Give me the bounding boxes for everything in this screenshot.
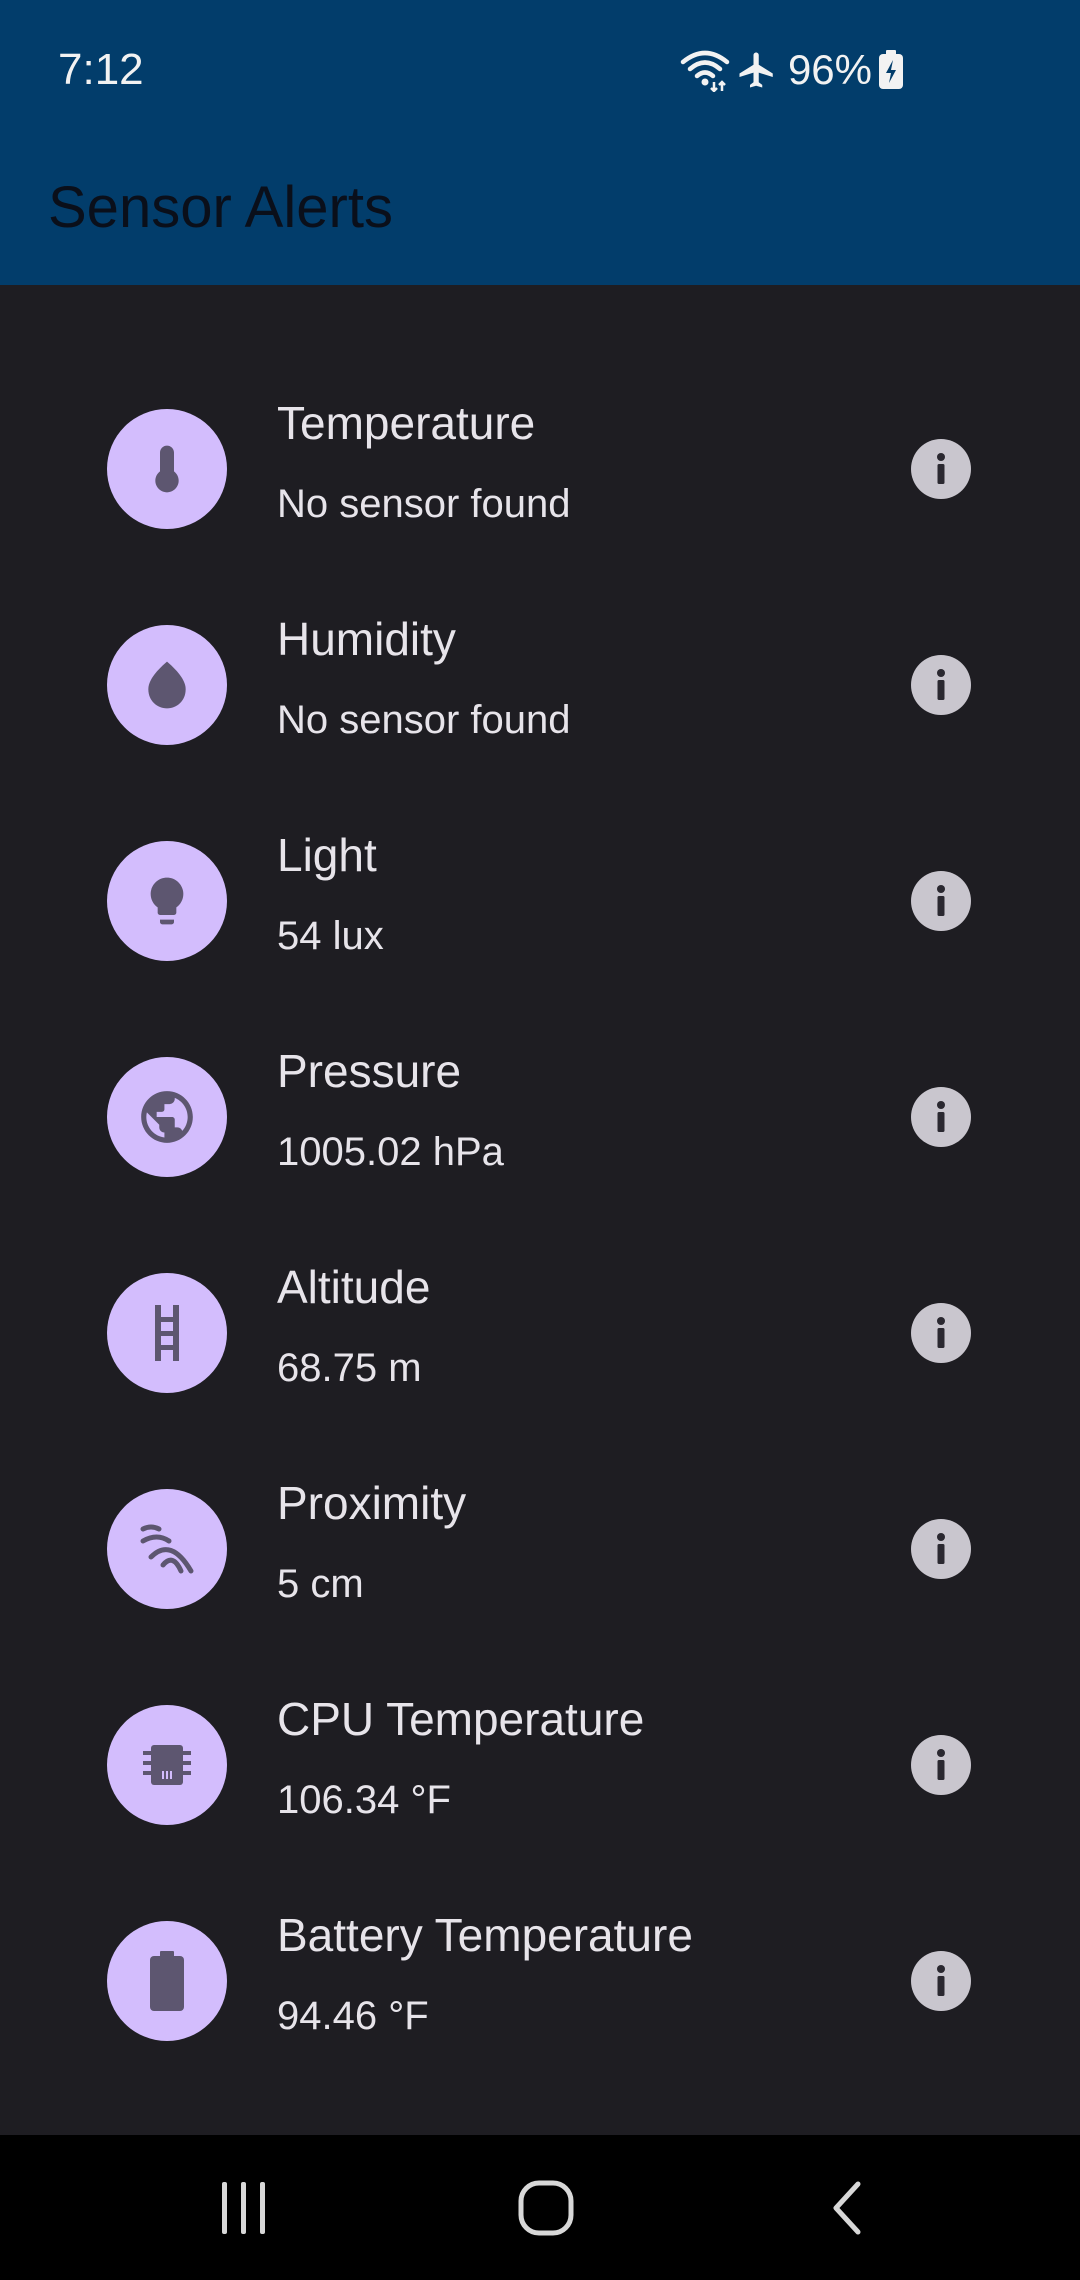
sensor-row-humidity[interactable]: Humidity No sensor found bbox=[0, 561, 1080, 777]
proximity-waves-icon bbox=[107, 1489, 227, 1609]
sensor-value: 94.46 °F bbox=[277, 1994, 429, 2038]
sensor-title: CPU Temperature bbox=[277, 1693, 645, 1745]
battery-icon bbox=[107, 1921, 227, 2041]
sensor-row-battery-temperature[interactable]: Battery Temperature 94.46 °F bbox=[0, 1857, 1080, 2073]
battery-charging-icon bbox=[878, 50, 904, 90]
info-icon bbox=[937, 1749, 945, 1780]
status-icons: 96% bbox=[680, 42, 904, 98]
sensor-row-proximity[interactable]: Proximity 5 cm bbox=[0, 1425, 1080, 1641]
info-button[interactable] bbox=[911, 439, 971, 499]
sensor-value: 1005.02 hPa bbox=[277, 1130, 504, 1174]
page-title: Sensor Alerts bbox=[48, 175, 393, 240]
info-icon bbox=[937, 1101, 945, 1132]
airplane-mode-icon bbox=[736, 48, 778, 92]
sensor-value: No sensor found bbox=[277, 698, 571, 742]
sensor-title: Humidity bbox=[277, 613, 456, 665]
app-bar: Sensor Alerts bbox=[0, 140, 1080, 285]
system-nav-bar bbox=[0, 2135, 1080, 2280]
sensor-title: Light bbox=[277, 829, 377, 881]
sensor-value: No sensor found bbox=[277, 482, 571, 526]
info-button[interactable] bbox=[911, 1519, 971, 1579]
globe-icon bbox=[107, 1057, 227, 1177]
thermometer-icon bbox=[107, 409, 227, 529]
sensor-value: 68.75 m bbox=[277, 1346, 422, 1390]
back-button[interactable] bbox=[748, 2135, 948, 2280]
sensor-title: Battery Temperature bbox=[277, 1909, 693, 1961]
sensor-row-pressure[interactable]: Pressure 1005.02 hPa bbox=[0, 993, 1080, 1209]
info-button[interactable] bbox=[911, 1303, 971, 1363]
sensor-row-cpu-temperature[interactable]: CPU Temperature 106.34 °F bbox=[0, 1641, 1080, 1857]
info-icon bbox=[937, 669, 945, 700]
info-icon bbox=[937, 885, 945, 916]
sensor-value: 106.34 °F bbox=[277, 1778, 451, 1822]
ladder-icon bbox=[107, 1273, 227, 1393]
info-button[interactable] bbox=[911, 1087, 971, 1147]
home-button[interactable] bbox=[446, 2135, 646, 2280]
lightbulb-icon bbox=[107, 841, 227, 961]
sensor-row-light[interactable]: Light 54 lux bbox=[0, 777, 1080, 993]
home-icon bbox=[518, 2180, 574, 2235]
recents-icon bbox=[222, 2181, 265, 2234]
sensor-value: 5 cm bbox=[277, 1562, 364, 1606]
info-icon bbox=[937, 1965, 945, 1996]
sensor-title: Proximity bbox=[277, 1477, 467, 1529]
status-bar: 7:12 96% bbox=[0, 0, 1080, 140]
sensor-value: 54 lux bbox=[277, 914, 384, 958]
info-icon bbox=[937, 1533, 945, 1564]
status-time: 7:12 bbox=[58, 45, 144, 94]
sensor-title: Temperature bbox=[277, 397, 536, 449]
wifi-icon bbox=[680, 48, 730, 92]
info-button[interactable] bbox=[911, 1951, 971, 2011]
info-button[interactable] bbox=[911, 1735, 971, 1795]
back-icon bbox=[833, 2181, 861, 2234]
recents-button[interactable] bbox=[144, 2135, 344, 2280]
info-icon bbox=[937, 1317, 945, 1348]
sensor-row-temperature[interactable]: Temperature No sensor found bbox=[0, 345, 1080, 561]
info-icon bbox=[937, 453, 945, 484]
sensor-title: Altitude bbox=[277, 1261, 431, 1313]
sensor-row-altitude[interactable]: Altitude 68.75 m bbox=[0, 1209, 1080, 1425]
cpu-chip-icon bbox=[107, 1705, 227, 1825]
water-drop-icon bbox=[107, 625, 227, 745]
info-button[interactable] bbox=[911, 871, 971, 931]
info-button[interactable] bbox=[911, 655, 971, 715]
battery-percent: 96% bbox=[787, 46, 872, 93]
sensor-title: Pressure bbox=[277, 1045, 462, 1097]
